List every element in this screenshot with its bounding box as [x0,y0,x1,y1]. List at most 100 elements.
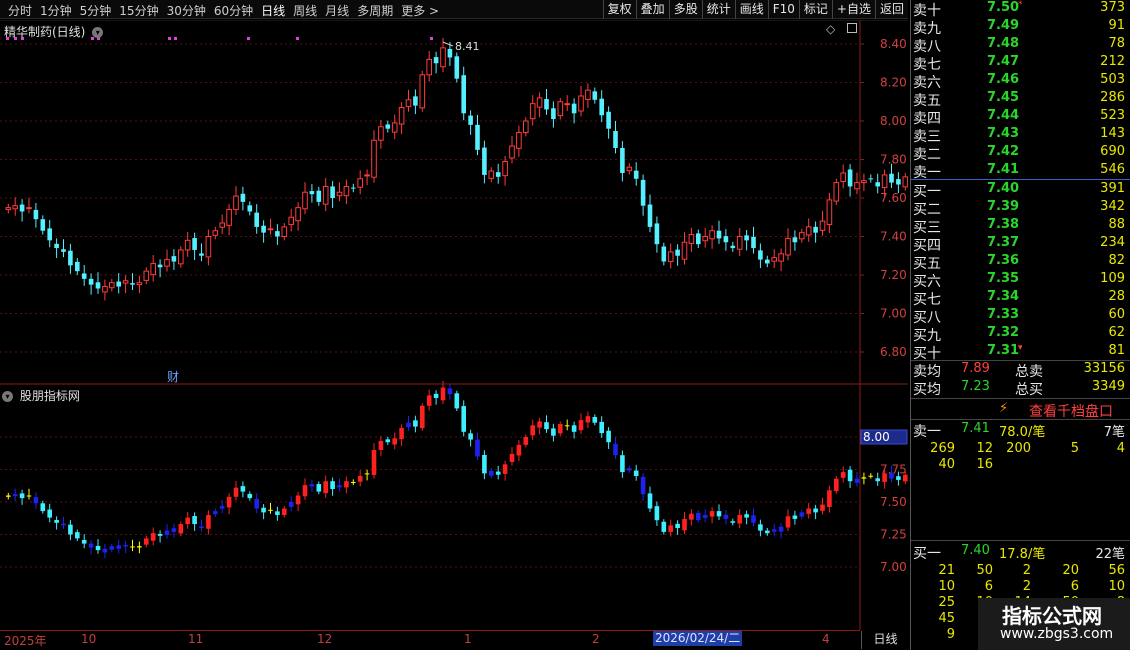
bid-level-price: 7.34 [987,289,1020,304]
ask-level-row[interactable]: 卖十 7.50 * 373 [911,0,1130,19]
indicator-bar [799,512,805,517]
ask-level-row[interactable]: 卖二 7.42 690 [911,144,1130,163]
queue-order-size: 269 [930,441,955,456]
bid-level-volume: 342 [1100,199,1125,214]
period-indicator-tab[interactable]: 日线 [861,631,909,649]
stock-title: 精华制药(日线) [4,25,86,39]
finance-report-marker[interactable]: 财 [167,370,179,384]
ask-level-row[interactable]: 卖八 7.48 78 [911,36,1130,55]
ask-level-row[interactable]: 卖一 7.41 546 [911,162,1130,181]
indicator-bar [620,455,625,473]
period-tab-15min[interactable]: 15分钟 [115,2,162,19]
indicator-bar [123,544,128,547]
candle-body [378,126,384,141]
restore-rights-button[interactable]: 复权 [602,0,636,19]
event-marker[interactable] [168,37,171,40]
ask-level-row[interactable]: 卖九 7.49 91 [911,18,1130,37]
indicator-bar [364,473,370,475]
ten-level-link-bar[interactable]: ⚡ 查看千档盘口 [911,398,1130,420]
event-marker[interactable] [296,37,299,40]
indicator-bar [302,485,308,497]
bid-level-row[interactable]: 买九 7.32 62 [911,325,1130,344]
candle-body [275,231,280,237]
statistics-button[interactable]: 统计 [701,0,735,19]
multi-stock-button[interactable]: 多股 [668,0,702,19]
indicator-bar [6,495,11,497]
indicator-bar [357,476,363,482]
divider [911,540,1130,541]
indicator-bar [647,493,653,509]
back-button[interactable]: 返回 [874,0,908,19]
ask-level-label: 卖三 [913,129,941,145]
candle-body [819,220,826,231]
chevron-down-icon[interactable]: ▾ [2,391,13,402]
candle-body [426,58,432,76]
queue-order-size: 40 [938,457,955,472]
candle-body [440,47,446,68]
period-tab-30min[interactable]: 30分钟 [163,2,210,19]
add-watchlist-button[interactable]: +自选 [831,0,875,19]
indicator-bar [254,498,259,509]
event-marker[interactable] [430,37,433,40]
candle-body [75,261,80,272]
chevron-down-icon[interactable]: ▾ [92,27,104,38]
ask-level-row[interactable]: 卖六 7.46 503 [911,72,1130,91]
candle-body [157,264,163,268]
period-tab-60min[interactable]: 60分钟 [210,2,257,19]
indicator-bar [806,508,811,514]
bid-level-price: 7.36 [987,253,1020,268]
order-book-panel: 卖十 7.50 * 373 卖九 7.49 91 卖八 7.48 78 卖七 7.47 212 卖六 7.4… [910,0,1130,650]
avg-ask-price: 7.89 [961,361,990,376]
queue-order-size: 25 [938,595,955,610]
period-tab-more[interactable]: 更多 > [397,2,443,19]
bid-level-row[interactable]: 买六 7.35 109 [911,271,1130,290]
bid-level-label: 买九 [913,328,941,344]
candle-body [868,178,874,180]
candle-body [143,270,150,281]
f10-button[interactable]: F10 [767,0,799,19]
candle-body [322,185,329,205]
period-tab-5min[interactable]: 5分钟 [76,2,116,19]
indicator-bar [295,495,301,505]
chart-area[interactable]: 8.40 8.20 8.00 7.80 7.60 7.40 7.20 7.00 6.80 8.0… [0,19,1129,630]
indicator-bar [509,453,515,462]
bid-level-row[interactable]: 买七 7.34 28 [911,289,1130,308]
indicator-bar [702,515,708,518]
restore-window-icon[interactable] [847,23,858,33]
bid-level-row[interactable]: 买三 7.38 88 [911,217,1130,236]
ask-level-row[interactable]: 卖三 7.43 143 [911,126,1130,145]
view-ten-levels-link[interactable]: 查看千档盘口 [1029,401,1113,421]
period-tab-multi[interactable]: 多周期 [353,2,397,19]
bid-level-row[interactable]: 买四 7.37 234 [911,235,1130,254]
candle-body [205,236,212,258]
period-tab-weekly[interactable]: 周线 [289,2,321,19]
bid-level-row[interactable]: 买二 7.39 342 [911,199,1130,218]
overlay-button[interactable]: 叠加 [635,0,669,19]
event-marker[interactable] [174,37,177,40]
bid-level-row[interactable]: 买八 7.33 60 [911,307,1130,326]
bid1-queue-label: 买一 [913,546,941,562]
y-tick-label: 8.40 [880,37,907,51]
indicator-bar [33,497,39,504]
candle-body [454,56,460,79]
period-tab-monthly[interactable]: 月线 [321,2,353,19]
bid-level-row[interactable]: 买一 7.40 391 [911,181,1130,200]
candle-body [578,95,584,112]
ask-level-row[interactable]: 卖七 7.47 212 [911,54,1130,73]
period-tab-daily[interactable]: 日线 [257,2,289,19]
ask-level-row[interactable]: 卖五 7.45 286 [911,90,1130,109]
event-marker[interactable] [247,37,250,40]
period-tabs: 分时 1分钟 5分钟 15分钟 30分钟 60分钟 日线 周线 月线 多周期 更… [4,2,443,19]
period-tab-1min[interactable]: 1分钟 [36,2,76,19]
ask-level-row[interactable]: 卖四 7.44 523 [911,108,1130,127]
indicator-bar [861,477,867,479]
bid-level-row[interactable]: 买十 7.31 ▾ 81 [911,343,1130,362]
mark-button[interactable]: 标记 [798,0,832,19]
kline-chart[interactable]: 8.40 8.20 8.00 7.80 7.60 7.40 7.20 7.00 6.80 8.0… [0,19,1129,630]
diamond-icon[interactable]: ◇ [826,22,835,36]
candle-body [571,103,577,114]
draw-line-button[interactable]: 画线 [734,0,768,19]
indicator-bar [716,511,722,517]
period-tab-timeshare[interactable]: 分时 [4,2,36,19]
bid-level-row[interactable]: 买五 7.36 82 [911,253,1130,272]
